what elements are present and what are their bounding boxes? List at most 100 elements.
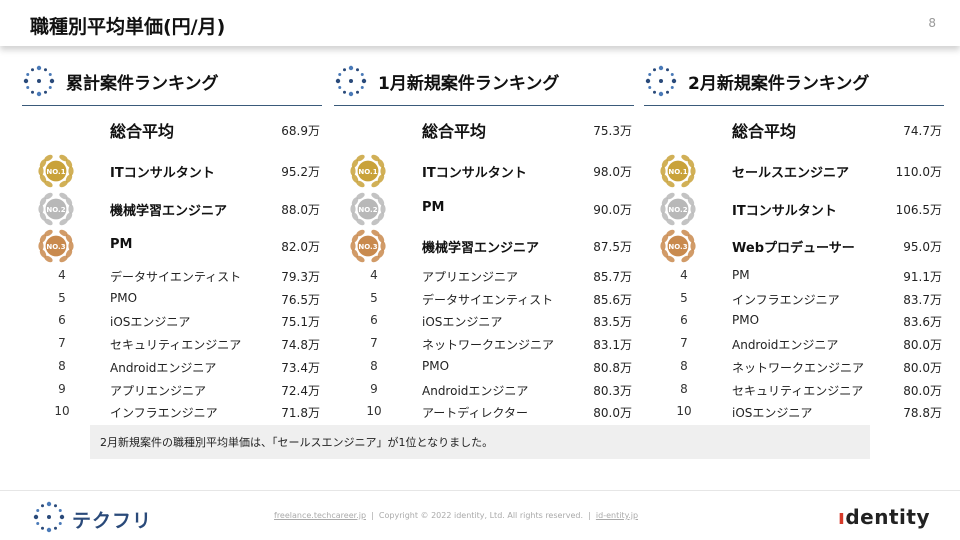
ranking-column-title: 累計案件ランキング	[66, 74, 219, 94]
medal-laurel-leaf	[380, 166, 386, 176]
job-name: PMO	[110, 290, 138, 305]
job-value: 82.0万	[281, 240, 320, 254]
medal-laurel-leaf	[380, 241, 386, 251]
logo-dot	[41, 526, 44, 530]
logo-dot	[666, 90, 669, 94]
medal-laurel-leaf	[380, 204, 386, 214]
job-value: 75.1万	[281, 315, 320, 330]
job-value: 83.6万	[903, 315, 942, 330]
medal-laurel-leaf	[660, 241, 666, 251]
medal-label: NO.3	[668, 243, 687, 251]
footer-separator: |	[588, 511, 591, 520]
logo-dot	[31, 90, 34, 94]
rank-number: 8	[58, 358, 66, 373]
logo-dot	[648, 73, 652, 76]
logo-dot	[36, 522, 40, 525]
logo-dot	[48, 73, 52, 76]
logo-dot	[670, 86, 674, 89]
logo-dot	[41, 504, 44, 508]
footer-divider	[0, 490, 960, 491]
logo-dot	[648, 86, 652, 89]
logo-dot	[44, 68, 47, 72]
average-value: 75.3万	[593, 124, 632, 138]
job-value: 80.0万	[903, 383, 942, 398]
medal-laurel-leaf	[350, 204, 356, 214]
logo-dot	[361, 78, 367, 84]
page-number: 8	[928, 16, 936, 30]
medal-laurel-leaf	[38, 241, 44, 251]
average-label: 総合平均	[110, 122, 175, 141]
dots-logo-icon	[335, 65, 367, 97]
average-label: 総合平均	[422, 122, 487, 141]
job-value: 88.0万	[281, 203, 320, 217]
job-value: 79.3万	[281, 270, 320, 284]
medal-label: NO.2	[46, 206, 65, 214]
ranking-column: 2月新規案件ランキング 総合平均 74.7万 NO.1 セールスエンジニア 110.0万 N…	[644, 60, 944, 420]
rank-number: 10	[54, 404, 70, 419]
ranking-column-title: 1月新規案件ランキング	[378, 74, 560, 94]
medal-label: NO.1	[358, 168, 377, 176]
logo-dot	[335, 78, 341, 84]
medal-2-icon: NO.2	[656, 189, 700, 229]
job-name: 機械学習エンジニア	[422, 241, 540, 256]
logo-dot	[54, 504, 57, 508]
logo-dot	[26, 86, 30, 89]
medal-laurel-leaf	[38, 166, 44, 176]
job-value: 90.0万	[593, 203, 632, 217]
logo-center-dot	[37, 79, 41, 83]
job-name: インフラエンジニア	[732, 292, 840, 307]
ranking-column: 1月新規案件ランキング 総合平均 75.3万 NO.1 ITコンサルタント 98.0万 NO…	[334, 60, 634, 420]
logo-dot	[48, 86, 52, 89]
job-name: PM	[732, 268, 750, 282]
medal-laurel-leaf	[68, 166, 74, 176]
rank-number: 10	[366, 404, 382, 419]
summary-note-text: 2月新規案件の職種別平均単価は、「セールスエンジニア」が1位となりました。	[100, 436, 494, 449]
average-label: 総合平均	[732, 122, 797, 141]
job-name: データサイエンティスト	[110, 270, 242, 284]
logo-dot	[54, 526, 57, 530]
job-value: 106.5万	[895, 203, 942, 217]
logo-dot	[343, 68, 346, 72]
job-name: PM	[110, 237, 133, 252]
job-value: 74.8万	[281, 338, 320, 353]
logo-dot	[338, 86, 342, 89]
job-name: Webプロデューサー	[732, 241, 855, 256]
identity-logo-text: dentity	[845, 505, 930, 529]
job-value: 83.1万	[593, 338, 632, 353]
job-name: アプリエンジニア	[110, 383, 207, 398]
medal-laurel-leaf	[350, 241, 356, 251]
logo-dot	[348, 65, 354, 71]
ranking-column-header: 2月新規案件ランキング	[644, 60, 944, 106]
footer-link-techcareer[interactable]: freelance.techcareer.jp	[274, 511, 366, 520]
logo-center-dot	[47, 515, 51, 519]
logo-dot	[666, 68, 669, 72]
job-name: 機械学習エンジニア	[110, 204, 228, 219]
logo-dot	[658, 91, 664, 97]
dots-logo-icon	[23, 65, 55, 97]
rank-number: 7	[58, 336, 66, 351]
job-value: 80.8万	[593, 360, 632, 375]
footer-copyright: freelance.techcareer.jp | Copyright © 20…	[274, 511, 638, 520]
rank-number: 6	[58, 313, 66, 328]
medal-laurel-leaf	[690, 204, 696, 214]
footer-separator: |	[371, 511, 374, 520]
logo-dot	[31, 68, 34, 72]
rank-number: 8	[680, 381, 688, 396]
summary-note: 2月新規案件の職種別平均単価は、「セールスエンジニア」が1位となりました。	[90, 425, 870, 459]
footer-link-identity[interactable]: id-entity.jp	[596, 511, 638, 520]
medal-3-icon: NO.3	[346, 226, 390, 266]
medal-label: NO.1	[668, 168, 687, 176]
medal-label: NO.3	[358, 243, 377, 251]
job-name: Androidエンジニア	[732, 338, 839, 353]
job-value: 72.4万	[281, 383, 320, 398]
logo-dot	[348, 91, 354, 97]
rank-number: 5	[370, 290, 378, 305]
medal-label: NO.3	[46, 243, 65, 251]
medal-label: NO.2	[358, 206, 377, 214]
logo-dot	[46, 527, 52, 533]
rank-number: 4	[680, 268, 688, 282]
rank-number: 6	[680, 313, 688, 328]
identity-logo: ıdentity	[838, 505, 930, 529]
slide-header: 職種別平均単価(円/月) 8	[0, 0, 960, 46]
logo-center-dot	[659, 79, 663, 83]
